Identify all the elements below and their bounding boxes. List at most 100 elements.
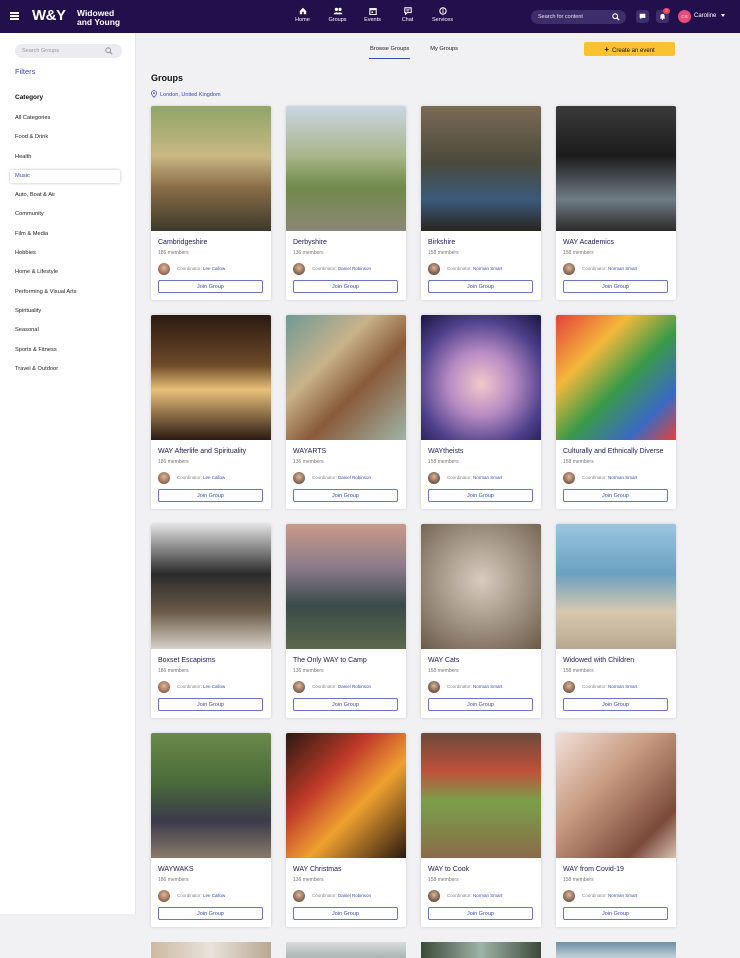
join-group-button[interactable]: Join Group <box>293 489 398 502</box>
group-name[interactable]: WAYtheists <box>428 448 463 455</box>
category-item[interactable]: Sports & Fitness <box>10 341 120 360</box>
group-image[interactable] <box>286 315 406 440</box>
coordinator-name[interactable]: Lee Callow <box>203 893 225 898</box>
tab-my-groups[interactable]: My Groups <box>429 45 459 59</box>
coordinator-name[interactable]: Lee Callow <box>203 266 225 271</box>
tab-browse-groups[interactable]: Browse Groups <box>369 45 411 59</box>
nav-events[interactable]: Events <box>355 7 390 23</box>
category-item[interactable]: Community <box>10 205 120 224</box>
card-image-partial[interactable] <box>556 942 676 958</box>
card-image-partial[interactable] <box>151 942 271 958</box>
group-image[interactable] <box>286 524 406 649</box>
coordinator-name[interactable]: Norman Smart <box>608 893 637 898</box>
join-group-button[interactable]: Join Group <box>293 698 398 711</box>
join-group-button[interactable]: Join Group <box>293 280 398 293</box>
coordinator-name[interactable]: Norman Smart <box>473 475 502 480</box>
group-image[interactable] <box>421 315 541 440</box>
category-item[interactable]: Travel & Outdoor <box>10 360 120 379</box>
hamburger-menu-icon[interactable] <box>10 12 19 20</box>
nav-chat[interactable]: Chat <box>390 7 425 23</box>
group-card[interactable]: WAY Academics 158 members Coordinator: Nor… <box>556 106 676 300</box>
logo-text[interactable]: Widowed and Young <box>77 9 120 26</box>
nav-home[interactable]: Home <box>285 7 320 23</box>
group-image[interactable] <box>556 106 676 231</box>
location-link[interactable]: London, United Kingdom <box>151 90 221 98</box>
coordinator-name[interactable]: Norman Smart <box>608 684 637 689</box>
group-name[interactable]: The Only WAY to Camp <box>293 657 367 664</box>
group-name[interactable]: Culturally and Ethnically Diverse <box>563 448 663 455</box>
card-image-partial[interactable] <box>421 942 541 958</box>
coordinator-name[interactable]: Daniel Robinson <box>338 475 371 480</box>
coordinator-name[interactable]: Daniel Robinson <box>338 684 371 689</box>
search-icon[interactable] <box>105 47 113 55</box>
group-image[interactable] <box>151 524 271 649</box>
category-item-selected[interactable]: Music <box>10 169 120 183</box>
category-item[interactable]: Home & Lifestyle <box>10 263 120 282</box>
group-search-input[interactable] <box>22 45 102 57</box>
group-name[interactable]: Birkshire <box>428 239 455 246</box>
group-image[interactable] <box>286 733 406 858</box>
coordinator-name[interactable]: Daniel Robinson <box>338 266 371 271</box>
group-card[interactable]: WAY Christmas 136 members Coordinator: Dan… <box>286 733 406 927</box>
group-image[interactable] <box>556 524 676 649</box>
group-card[interactable]: WAY to Cook 158 members Coordinator: Norma… <box>421 733 541 927</box>
messages-button[interactable] <box>636 10 649 23</box>
join-group-button[interactable]: Join Group <box>428 489 533 502</box>
group-card[interactable]: Birkshire 158 members Coordinator: Norman … <box>421 106 541 300</box>
join-group-button[interactable]: Join Group <box>158 280 263 293</box>
group-card[interactable]: WAYtheists 158 members Coordinator: Norman… <box>421 315 541 509</box>
join-group-button[interactable]: Join Group <box>563 280 668 293</box>
group-image[interactable] <box>151 315 271 440</box>
coordinator-name[interactable]: Norman Smart <box>473 684 502 689</box>
group-name[interactable]: WAYARTS <box>293 448 326 455</box>
category-item[interactable]: Film & Media <box>10 225 120 244</box>
category-item[interactable]: Auto, Boat & Air <box>10 186 120 205</box>
join-group-button[interactable]: Join Group <box>563 907 668 920</box>
group-card[interactable]: Widowed with Children 158 members Coordina… <box>556 524 676 718</box>
group-name[interactable]: Cambridgeshire <box>158 239 207 246</box>
coordinator-name[interactable]: Norman Smart <box>608 475 637 480</box>
group-card[interactable]: WAY from Covid-19 158 members Coordinator:… <box>556 733 676 927</box>
group-name[interactable]: WAYWAKS <box>158 866 194 873</box>
join-group-button[interactable]: Join Group <box>428 280 533 293</box>
group-image[interactable] <box>556 315 676 440</box>
join-group-button[interactable]: Join Group <box>428 907 533 920</box>
group-card[interactable]: Derbyshire 136 members Coordinator: Daniel… <box>286 106 406 300</box>
group-name[interactable]: WAY to Cook <box>428 866 469 873</box>
group-image[interactable] <box>421 106 541 231</box>
coordinator-name[interactable]: Norman Smart <box>473 266 502 271</box>
group-card[interactable]: Cambridgeshire 186 members Coordinator: Le… <box>151 106 271 300</box>
join-group-button[interactable]: Join Group <box>158 698 263 711</box>
coordinator-name[interactable]: Daniel Robinson <box>338 893 371 898</box>
join-group-button[interactable]: Join Group <box>428 698 533 711</box>
group-name[interactable]: Derbyshire <box>293 239 327 246</box>
group-name[interactable]: WAY Cats <box>428 657 459 664</box>
create-event-button[interactable]: + Create an event <box>584 42 675 56</box>
group-name[interactable]: WAY Christmas <box>293 866 342 873</box>
nav-services[interactable]: Services <box>425 7 460 23</box>
category-item[interactable]: All Categories <box>10 109 120 128</box>
join-group-button[interactable]: Join Group <box>563 489 668 502</box>
group-card[interactable]: WAYWAKS 186 members Coordinator: Lee Callo… <box>151 733 271 927</box>
group-image[interactable] <box>286 106 406 231</box>
search-icon[interactable] <box>612 13 620 21</box>
logo-mark[interactable]: W&Y <box>32 8 66 24</box>
category-item[interactable]: Spirituality <box>10 302 120 321</box>
chevron-down-icon[interactable] <box>721 14 725 17</box>
nav-groups[interactable]: Groups <box>320 7 355 23</box>
group-image[interactable] <box>556 733 676 858</box>
join-group-button[interactable]: Join Group <box>563 698 668 711</box>
category-item[interactable]: Hobbies <box>10 244 120 263</box>
group-card[interactable]: WAYARTS 136 members Coordinator: Daniel Ro… <box>286 315 406 509</box>
coordinator-name[interactable]: Norman Smart <box>608 266 637 271</box>
group-card[interactable]: WAY Afterlife and Spirituality 186 member… <box>151 315 271 509</box>
group-name[interactable]: Widowed with Children <box>563 657 634 664</box>
group-image[interactable] <box>421 524 541 649</box>
user-avatar[interactable]: CS <box>678 10 691 23</box>
join-group-button[interactable]: Join Group <box>293 907 398 920</box>
coordinator-name[interactable]: Lee Callow <box>203 475 225 480</box>
category-item[interactable]: Health <box>10 148 120 167</box>
group-name[interactable]: WAY from Covid-19 <box>563 866 624 873</box>
group-card[interactable]: Boxset Escapisms 186 members Coordinator: … <box>151 524 271 718</box>
user-name[interactable]: Caroline <box>694 13 716 19</box>
